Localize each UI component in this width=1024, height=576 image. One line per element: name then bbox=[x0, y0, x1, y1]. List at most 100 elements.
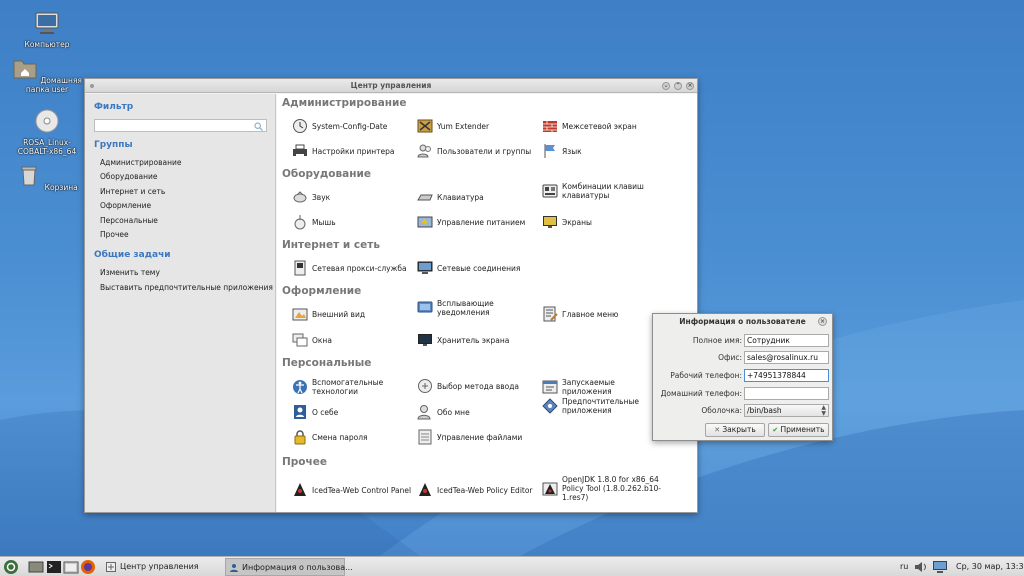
about-me-icon bbox=[294, 405, 306, 419]
office-label: Офис: bbox=[718, 353, 742, 362]
item-label: Вспомогательные технологии bbox=[312, 378, 384, 396]
item-users-groups[interactable]: Пользователи и группы bbox=[417, 143, 539, 159]
item-notifications[interactable]: Всплывающие уведомления bbox=[417, 299, 539, 317]
sidebar-item-appearance[interactable]: Оформление bbox=[100, 201, 151, 210]
item-change-password[interactable]: Смена пароля bbox=[292, 429, 414, 445]
item-about-myself[interactable]: О себе bbox=[292, 404, 414, 420]
desktop-icon-disc[interactable]: ROSA_Linux-COBALT-x86_64 bbox=[12, 108, 82, 156]
work-phone-field[interactable]: +74951378844 bbox=[744, 369, 829, 382]
item-label: Yum Extender bbox=[437, 121, 490, 131]
item-yum-extender[interactable]: Yum Extender bbox=[417, 118, 539, 134]
dialog-titlebar[interactable]: Информация о пользователе × bbox=[653, 314, 832, 329]
network-status-icon[interactable] bbox=[932, 559, 948, 575]
volume-icon[interactable] bbox=[913, 559, 929, 575]
full-name-label: Полное имя: bbox=[692, 336, 742, 345]
file-manager-icon bbox=[418, 429, 432, 445]
item-power-management[interactable]: Управление питанием bbox=[417, 214, 539, 230]
item-label: Запускаемые приложения bbox=[562, 378, 615, 396]
item-label: Выбор метода ввода bbox=[437, 381, 520, 391]
firefox-icon[interactable] bbox=[80, 559, 96, 575]
java-policy-icon bbox=[542, 482, 558, 495]
sidebar-item-admin[interactable]: Администрирование bbox=[100, 158, 182, 167]
sidebar: Фильтр Группы Администрирование Оборудов… bbox=[85, 94, 276, 512]
show-desktop-icon[interactable] bbox=[28, 559, 44, 575]
item-firewall[interactable]: Межсетевой экран bbox=[542, 118, 664, 134]
sidebar-item-network[interactable]: Интернет и сеть bbox=[100, 187, 165, 196]
desktop-icon-label: ROSA_Linux-COBALT-x86_64 bbox=[17, 138, 77, 156]
shell-select[interactable]: /bin/bash ▲ ▼ bbox=[744, 404, 829, 417]
apply-label: Применить bbox=[780, 425, 825, 434]
item-label: Хранитель экрана bbox=[437, 335, 510, 345]
item-input-method[interactable]: Выбор метода ввода bbox=[417, 378, 539, 394]
close-dialog-button[interactable]: ✕ Закрыть bbox=[705, 423, 765, 437]
home-phone-field[interactable] bbox=[744, 387, 829, 400]
network-proxy-icon bbox=[294, 260, 306, 276]
clock[interactable]: Ср, 30 мар, 13:35 bbox=[956, 557, 1024, 576]
item-language[interactable]: Язык bbox=[542, 143, 664, 159]
item-label: Смена пароля bbox=[312, 432, 368, 442]
item-about-me[interactable]: Обо мне bbox=[417, 404, 539, 420]
item-displays[interactable]: Экраны bbox=[542, 214, 664, 230]
item-appearance[interactable]: Внешний вид bbox=[292, 306, 414, 322]
terminal-icon[interactable] bbox=[46, 559, 62, 575]
item-keyboard-shortcuts[interactable]: Комбинации клавиш клавиатуры bbox=[542, 182, 664, 200]
task-change-theme[interactable]: Изменить тему bbox=[100, 268, 160, 277]
office-field[interactable]: sales@rosalinux.ru bbox=[744, 351, 829, 364]
full-name-field[interactable]: Сотрудник bbox=[744, 334, 829, 347]
keyboard-layout-indicator[interactable]: ru bbox=[900, 557, 908, 576]
task-preferred-apps[interactable]: Выставить предпочтительные приложения bbox=[100, 283, 273, 292]
item-label: IcedTea-Web Policy Editor bbox=[437, 485, 533, 495]
item-preferred-apps[interactable]: Предпочтительные приложения bbox=[542, 397, 664, 415]
sidebar-item-hardware[interactable]: Оборудование bbox=[100, 172, 158, 181]
item-network-proxy[interactable]: Сетевая прокси-служба bbox=[292, 260, 414, 276]
desktop-icon-computer[interactable]: Компьютер bbox=[12, 10, 82, 49]
apply-button[interactable]: ✔ Применить bbox=[768, 423, 829, 437]
item-icedtea-control-panel[interactable]: IcedTea-Web Control Panel bbox=[292, 482, 414, 498]
filter-input[interactable] bbox=[94, 119, 267, 132]
file-manager-taskbar-icon[interactable] bbox=[63, 559, 79, 575]
start-menu-icon[interactable] bbox=[3, 559, 19, 575]
taskbar: Центр управления Информация о пользова..… bbox=[0, 556, 1024, 576]
item-label: О себе bbox=[312, 407, 339, 417]
desktop-icon-trash[interactable]: Корзина bbox=[12, 162, 82, 192]
item-label: Комбинации клавиш клавиатуры bbox=[562, 182, 644, 200]
item-mouse[interactable]: Мышь bbox=[292, 214, 414, 230]
appearance-icon bbox=[292, 308, 308, 321]
sidebar-item-personal[interactable]: Персональные bbox=[100, 216, 158, 225]
item-screensaver[interactable]: Хранитель экрана bbox=[417, 332, 539, 348]
item-main-menu[interactable]: Главное меню bbox=[542, 306, 664, 322]
item-startup-apps[interactable]: Запускаемые приложения bbox=[542, 378, 664, 396]
sidebar-item-other[interactable]: Прочее bbox=[100, 230, 129, 239]
dialog-close-button[interactable]: × bbox=[818, 317, 827, 326]
item-label: Межсетевой экран bbox=[562, 121, 637, 131]
work-phone-row: Рабочий телефон: +74951378844 bbox=[653, 369, 834, 383]
item-openjdk-policy-tool[interactable]: OpenJDK 1.8.0 for x86_64 Policy Tool (1.… bbox=[542, 475, 667, 502]
computer-icon bbox=[35, 12, 59, 34]
desktop-icon-home[interactable]: Домашняя папка user bbox=[12, 55, 82, 94]
groups-heading: Группы bbox=[94, 140, 133, 150]
window-menu-icon[interactable] bbox=[90, 84, 94, 88]
minimize-button[interactable]: ⌄ bbox=[662, 82, 670, 90]
printer-icon bbox=[293, 144, 307, 157]
clock-icon bbox=[293, 119, 307, 133]
desktop-icon-label: Корзина bbox=[44, 183, 78, 192]
item-file-management[interactable]: Управление файлами bbox=[417, 429, 539, 445]
item-accessibility[interactable]: Вспомогательные технологии bbox=[292, 378, 414, 396]
item-windows[interactable]: Окна bbox=[292, 332, 414, 348]
item-system-config-date[interactable]: System-Config-Date bbox=[292, 118, 414, 134]
task-control-center[interactable]: Центр управления bbox=[104, 558, 222, 576]
close-button[interactable]: × bbox=[686, 82, 694, 90]
window-titlebar[interactable]: Центр управления ⌄ ⌃ × bbox=[85, 79, 697, 93]
filter-heading: Фильтр bbox=[94, 102, 134, 112]
maximize-button[interactable]: ⌃ bbox=[674, 82, 682, 90]
task-user-info[interactable]: Информация о пользова... bbox=[225, 558, 353, 576]
screensaver-icon bbox=[418, 334, 432, 346]
item-printer-settings[interactable]: Настройки принтера bbox=[292, 143, 414, 159]
item-label: Мышь bbox=[312, 217, 336, 227]
item-label: Звук bbox=[312, 192, 331, 202]
item-network-connections[interactable]: Сетевые соединения bbox=[417, 260, 539, 276]
item-keyboard[interactable]: Клавиатура bbox=[417, 189, 539, 205]
item-sound[interactable]: Звук bbox=[292, 189, 414, 205]
item-label: Настройки принтера bbox=[312, 146, 395, 156]
item-icedtea-policy-editor[interactable]: IcedTea-Web Policy Editor bbox=[417, 482, 539, 498]
